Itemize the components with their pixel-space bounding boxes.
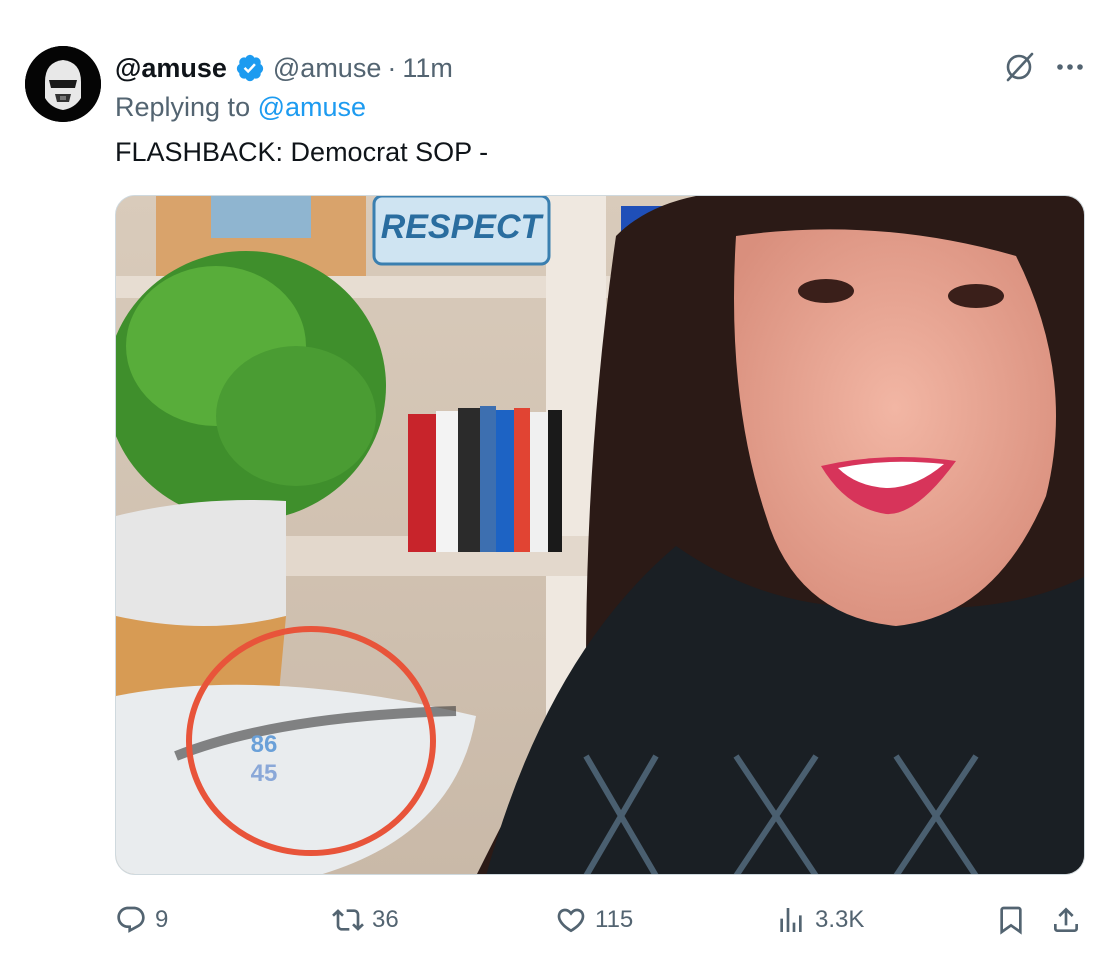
- avatar[interactable]: [25, 46, 101, 122]
- reply-count: 9: [155, 906, 169, 933]
- retweet-icon: [332, 909, 364, 931]
- retweet-count: 36: [372, 906, 399, 933]
- handle[interactable]: @amuse: [273, 53, 381, 84]
- retweet-button[interactable]: 36: [332, 895, 399, 945]
- grok-icon[interactable]: [1002, 50, 1036, 84]
- bookmark-icon: [1000, 906, 1022, 935]
- like-button[interactable]: 115: [555, 895, 633, 945]
- verified-badge-icon: [236, 54, 264, 82]
- sign-text: RESPECT: [381, 208, 545, 246]
- views-button[interactable]: 3.3K: [775, 895, 864, 945]
- display-name[interactable]: @amuse: [115, 53, 227, 84]
- timestamp[interactable]: 11m: [402, 53, 453, 84]
- share-icon: [1054, 907, 1078, 932]
- like-count: 115: [595, 906, 634, 933]
- separator-dot: ·: [387, 52, 397, 83]
- respect-sign: RESPECT: [372, 196, 551, 266]
- bookmark-button[interactable]: [995, 895, 1035, 945]
- reply-icon: [117, 906, 145, 933]
- views-count: 3.3K: [815, 906, 865, 933]
- tweet-header: @amuse @amuse · 11m: [115, 48, 453, 88]
- replying-to-line: Replying to @amuse: [115, 92, 366, 123]
- tweet-media[interactable]: RESPECT 86 45: [115, 195, 1085, 875]
- replying-to-prefix: Replying to: [115, 92, 251, 122]
- tweet-text: FLASHBACK: Democrat SOP -: [115, 137, 489, 167]
- sticker-line-1: 86: [251, 731, 278, 758]
- share-button[interactable]: [1050, 895, 1090, 945]
- replying-to-link[interactable]: @amuse: [258, 92, 366, 122]
- heart-icon: [557, 908, 585, 933]
- action-bar: 9 36 115 3.3K: [0, 895, 1108, 945]
- reply-button[interactable]: 9: [115, 895, 168, 945]
- views-icon: [780, 908, 802, 932]
- more-options-icon[interactable]: [1052, 50, 1088, 84]
- sticker-line-2: 45: [251, 760, 278, 787]
- media-photo: RESPECT 86 45: [116, 196, 1084, 874]
- stormtrooper-icon: [25, 46, 101, 122]
